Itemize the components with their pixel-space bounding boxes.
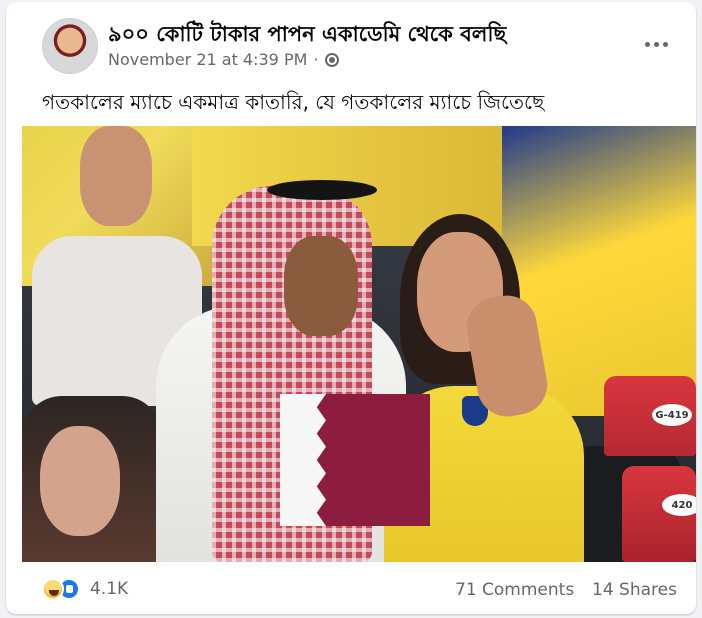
reaction-count: 4.1K (90, 579, 129, 599)
more-options-icon (662, 41, 668, 47)
globe-icon[interactable] (324, 52, 339, 67)
post-header: ৯০০ কোটি টাকার পাপন একাডেমি থেকে বলছি No… (6, 2, 696, 82)
more-options-icon (644, 41, 650, 47)
page-avatar[interactable] (42, 18, 98, 74)
post-footer: 4.1K 71 Comments 14 Shares (6, 562, 696, 614)
page-name-link[interactable]: ৯০০ কোটি টাকার পাপন একাডেমি থেকে বলছি (108, 18, 506, 53)
spectator-face (40, 426, 120, 536)
post-meta: November 21 at 4:39 PM · (108, 50, 339, 69)
seat-label: G-419 (652, 404, 692, 426)
meta-separator: · (313, 50, 319, 69)
man-agal (267, 180, 377, 200)
haha-icon (42, 578, 64, 600)
more-options-button[interactable] (638, 30, 674, 58)
post-card: ৯০০ কোটি টাকার পাপন একাডেমি থেকে বলছি No… (6, 2, 696, 614)
more-options-icon (653, 41, 659, 47)
seat-label: 420 (662, 494, 696, 516)
comments-count-link[interactable]: 71 Comments (455, 580, 574, 600)
man-face (284, 236, 358, 336)
post-timestamp[interactable]: November 21 at 4:39 PM (108, 50, 307, 69)
child-head (80, 126, 152, 226)
post-caption: গতকালের ম্যাচে একমাত্র কাতারি, যে গতকালে… (42, 90, 545, 114)
post-photo[interactable]: G-419 420 (22, 126, 696, 562)
reactions-summary[interactable]: 4.1K (42, 578, 128, 600)
shares-count-link[interactable]: 14 Shares (592, 580, 677, 600)
